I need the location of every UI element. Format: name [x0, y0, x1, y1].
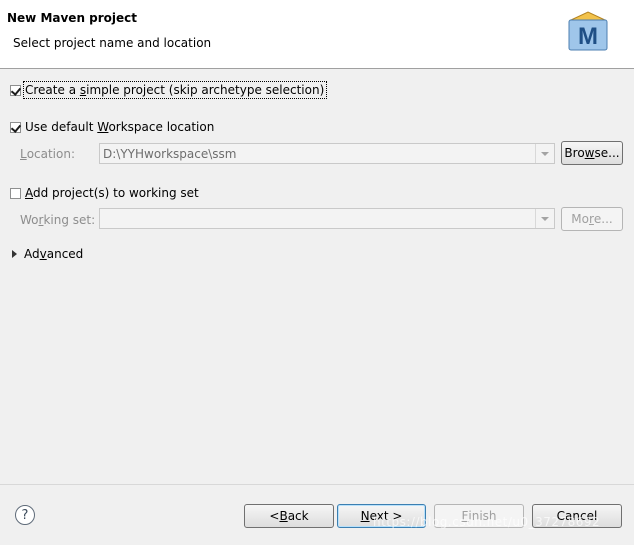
page-subtitle: Select project name and location: [13, 36, 212, 50]
next-button[interactable]: Next >: [337, 504, 426, 528]
simple-project-label: Create a simple project (skip archetype …: [22, 81, 328, 99]
svg-text:M: M: [578, 23, 598, 50]
maven-logo-icon: M: [568, 11, 608, 51]
page-title: New Maven project: [7, 11, 138, 25]
advanced-label: Advanced: [24, 247, 84, 261]
cancel-button[interactable]: Cancel: [532, 504, 622, 528]
advanced-section-toggle[interactable]: Advanced: [12, 247, 83, 261]
working-set-combo[interactable]: [99, 208, 555, 229]
more-button[interactable]: Mo r e...: [561, 207, 623, 231]
back-button[interactable]: < Back: [244, 504, 334, 528]
wizard-header: New Maven project Select project name an…: [0, 0, 634, 69]
working-set-option[interactable]: Add project(s) to working set: [10, 186, 199, 200]
location-value: D:\YYHworkspace\ssm: [103, 147, 237, 161]
location-label: Location:: [20, 147, 76, 161]
location-combo[interactable]: D:\YYHworkspace\ssm: [99, 143, 555, 164]
browse-button[interactable]: Bro w se...: [561, 141, 623, 165]
simple-project-option[interactable]: Create a simple project (skip archetype …: [10, 81, 328, 99]
finish-button[interactable]: Finish: [434, 504, 524, 528]
default-workspace-option[interactable]: Use default Workspace location: [10, 120, 214, 134]
button-bar-separator: [0, 484, 634, 485]
chevron-down-icon[interactable]: [535, 209, 554, 228]
working-set-field-label: Wo r king set:: [20, 213, 96, 227]
simple-project-checkbox[interactable]: [10, 84, 21, 96]
help-icon[interactable]: ?: [15, 505, 35, 525]
expand-arrow-icon[interactable]: [12, 250, 17, 258]
chevron-down-icon[interactable]: [535, 144, 554, 163]
working-set-label: Add project(s) to working set: [25, 186, 199, 200]
default-workspace-label: Use default Workspace location: [25, 120, 215, 134]
default-workspace-checkbox[interactable]: [10, 121, 21, 133]
working-set-checkbox[interactable]: [10, 187, 21, 199]
